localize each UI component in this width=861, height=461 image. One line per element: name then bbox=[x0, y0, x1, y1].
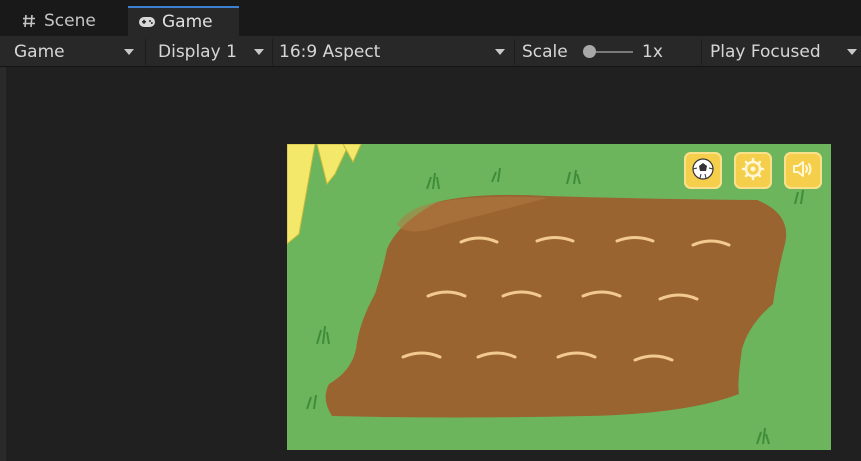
game-view-dropdown-label: Game bbox=[14, 42, 65, 62]
display-dropdown-label: Display 1 bbox=[158, 42, 237, 62]
settings-button[interactable] bbox=[734, 152, 772, 189]
game-render[interactable] bbox=[287, 144, 831, 450]
divider bbox=[701, 39, 702, 65]
tab-game-label: Game bbox=[162, 12, 213, 32]
chevron-down-icon bbox=[847, 49, 857, 55]
play-mode-dropdown[interactable]: Play Focused bbox=[704, 38, 861, 66]
ball-icon bbox=[691, 157, 715, 185]
scale-slider-thumb[interactable] bbox=[583, 45, 596, 58]
gear-icon bbox=[741, 157, 765, 185]
scale-value: 1x bbox=[642, 42, 663, 62]
display-dropdown[interactable]: Display 1 bbox=[152, 38, 272, 66]
farm-scene bbox=[287, 144, 804, 445]
chevron-down-icon bbox=[254, 49, 264, 55]
left-edge-bar bbox=[0, 67, 6, 461]
chevron-down-icon bbox=[124, 49, 134, 55]
aspect-dropdown[interactable]: 16:9 Aspect bbox=[273, 38, 513, 66]
soil-patch bbox=[325, 194, 787, 418]
tab-scene-label: Scene bbox=[44, 11, 96, 31]
play-mode-dropdown-label: Play Focused bbox=[710, 42, 821, 62]
game-view-toolbar: Game Display 1 16:9 Aspect Play Focused bbox=[0, 36, 861, 67]
tab-game[interactable]: Game bbox=[128, 6, 239, 36]
scale-label: Scale bbox=[522, 42, 568, 62]
fence-art bbox=[287, 144, 362, 245]
gamepad-icon bbox=[138, 13, 156, 31]
hash-icon bbox=[20, 12, 38, 30]
sound-button[interactable] bbox=[784, 152, 822, 189]
divider bbox=[145, 39, 146, 65]
chevron-down-icon bbox=[495, 49, 505, 55]
game-view-dropdown[interactable]: Game bbox=[8, 38, 142, 66]
ball-button[interactable] bbox=[684, 152, 722, 189]
divider bbox=[514, 39, 515, 65]
tab-scene[interactable]: Scene bbox=[10, 6, 128, 36]
tab-bar: Scene Game bbox=[0, 0, 861, 36]
aspect-dropdown-label: 16:9 Aspect bbox=[279, 42, 381, 62]
speaker-icon bbox=[791, 157, 815, 185]
